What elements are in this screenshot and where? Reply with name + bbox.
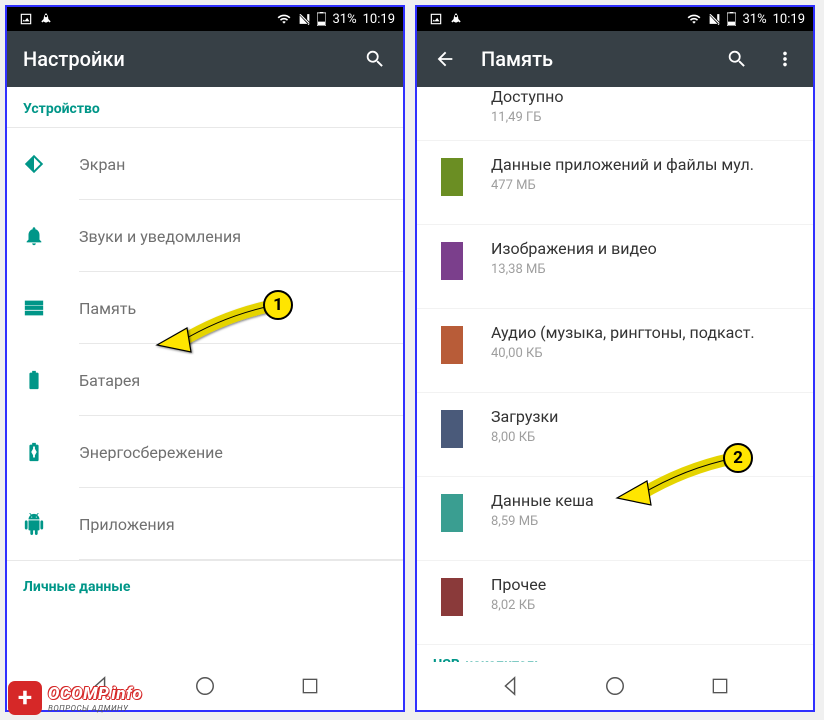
usb-section: USB-накопитель [417,645,813,662]
ocomp-tagline: ВОПРОСЫ АДМИНУ [48,704,142,713]
back-button[interactable] [433,47,457,71]
section-device: Устройство [7,87,403,128]
no-sim-icon [708,12,721,26]
ocomp-watermark: + OCOMP.info ВОПРОСЫ АДМИНУ [8,681,142,715]
section-personal: Личные данные [7,560,403,599]
battery-icon [23,369,45,391]
item-label: Батарея [79,371,387,390]
clock: 10:19 [773,12,805,27]
storage-size: 13,38 МБ [491,262,797,277]
callout-badge-2: 2 [723,443,753,473]
item-display[interactable]: Экран [7,128,403,200]
wifi-icon [686,12,702,26]
recent-icon [710,676,730,696]
nav-back[interactable] [496,672,524,700]
status-bar: 31% 10:19 [7,7,403,31]
item-label: Энергосбережение [79,443,387,462]
picture-icon [19,12,33,26]
storage-label: Доступно [491,87,797,106]
storage-size: 8,59 МБ [491,514,797,529]
wifi-icon [276,12,292,26]
storage-row[interactable]: Аудио (музыка, рингтоны, подкаст. 40,00 К… [417,309,813,393]
arrow-back-icon [434,48,456,70]
home-icon [194,675,216,697]
nav-recent[interactable] [296,672,324,700]
power-saving-icon [23,441,45,463]
storage-size: 8,02 КБ [491,598,797,613]
back-icon [499,675,521,697]
search-icon [726,48,748,70]
app-bar: Память [417,31,813,87]
no-sim-icon [298,12,311,26]
storage-icon [23,297,45,319]
display-icon [23,153,45,175]
app-bar: Настройки [7,31,403,87]
phone-screen-2: 31% 10:19 Память Доступно 11,49 ГБ Данные … [415,5,815,712]
storage-row[interactable]: Прочее 8,02 КБ [417,561,813,645]
picture-icon [429,12,443,26]
color-swatch [441,90,463,128]
storage-size: 477 МБ [491,178,797,193]
bell-icon [23,225,45,247]
phone-screen-1: 31% 10:19 Настройки Устройство Экран Зву… [5,5,405,712]
battery-icon [727,12,736,26]
storage-row[interactable]: Загрузки 8,00 КБ [417,393,813,477]
storage-label: Изображения и видео [491,239,797,258]
color-swatch [441,410,463,448]
storage-row[interactable]: Данные приложений и файлы мул. 477 МБ [417,141,813,225]
color-swatch [441,158,463,196]
item-storage[interactable]: Память [7,272,403,344]
storage-row[interactable]: Изображения и видео 13,38 МБ [417,225,813,309]
storage-list: Доступно 11,49 ГБ Данные приложений и файл… [417,87,813,662]
nav-home[interactable] [601,672,629,700]
callout-badge-1: 1 [263,290,293,320]
storage-row[interactable]: Данные кеша 8,59 МБ [417,477,813,561]
clock: 10:19 [363,12,395,27]
rocket-icon [39,12,53,26]
nav-bar [417,662,813,710]
status-bar: 31% 10:19 [417,7,813,31]
color-swatch [441,494,463,532]
plus-icon: + [8,681,42,715]
rocket-icon [449,12,463,26]
android-icon [23,513,45,535]
item-sound[interactable]: Звуки и уведомления [7,200,403,272]
ocomp-domain: OCOMP.info [48,684,142,704]
item-battery[interactable]: Батарея [7,344,403,416]
item-power-saving[interactable]: Энергосбережение [7,416,403,488]
storage-label: Аудио (музыка, рингтоны, подкаст. [491,323,797,342]
color-swatch [441,326,463,364]
item-label: Память [79,299,387,318]
battery-percent: 31% [742,12,766,27]
battery-percent: 31% [332,12,356,27]
search-button[interactable] [363,47,387,71]
nav-recent[interactable] [706,672,734,700]
color-swatch [441,242,463,280]
page-title: Настройки [23,47,339,71]
storage-label: Данные приложений и файлы мул. [491,155,797,174]
search-icon [364,48,386,70]
item-apps[interactable]: Приложения [7,488,403,560]
storage-row[interactable]: Доступно 11,49 ГБ [417,87,813,141]
color-swatch [441,578,463,616]
search-button[interactable] [725,47,749,71]
nav-home[interactable] [191,672,219,700]
recent-icon [300,676,320,696]
item-label: Приложения [79,515,387,534]
page-title: Память [481,47,701,71]
storage-size: 8,00 КБ [491,430,797,445]
settings-list: Устройство Экран Звуки и уведомления Пам… [7,87,403,662]
storage-label: Загрузки [491,407,797,426]
storage-label: Прочее [491,575,797,594]
battery-icon [317,12,326,26]
item-label: Экран [79,155,387,174]
item-label: Звуки и уведомления [79,227,387,246]
more-button[interactable] [773,47,797,71]
home-icon [604,675,626,697]
storage-label: Данные кеша [491,491,797,510]
storage-size: 40,00 КБ [491,346,797,361]
storage-size: 11,49 ГБ [491,110,797,125]
more-vert-icon [774,48,796,70]
